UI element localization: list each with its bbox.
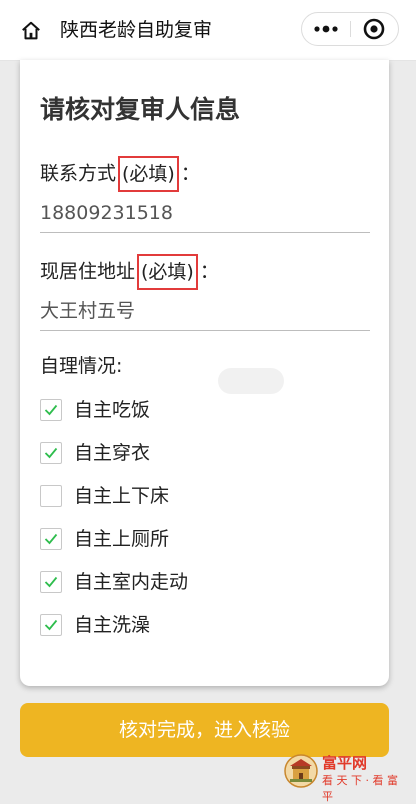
colon: ：: [199, 260, 219, 283]
checkmark-icon: [44, 404, 58, 416]
selfcare-label: 自理情况:: [40, 355, 123, 377]
watermark-logo: 富平网 看 天 下 · 看 富 平: [284, 752, 412, 803]
nav-bar: 陕西老龄自助复审: [0, 0, 416, 61]
watermark-text: 富平网: [322, 754, 368, 772]
checkmark-icon: [44, 576, 58, 588]
address-label: 现居住地址: [40, 260, 136, 283]
option-label: 自主上下床: [74, 485, 170, 507]
checkbox-checked[interactable]: [40, 442, 62, 464]
contact-label-row: 联系方式 (必填)：: [40, 156, 200, 192]
gate-logo-icon: [284, 754, 318, 788]
checkbox-checked[interactable]: [40, 399, 62, 421]
required-marker: (必填): [118, 156, 179, 192]
address-field[interactable]: 大王村五号: [40, 298, 370, 331]
contact-field[interactable]: 18809231518: [40, 200, 370, 233]
required-marker: (必填): [137, 254, 198, 290]
confirm-button[interactable]: 核对完成，进入核验: [20, 703, 389, 757]
ghost-toast: [218, 368, 284, 394]
checkmark-icon: [44, 447, 58, 459]
target-close-icon[interactable]: [351, 13, 398, 45]
checkbox-unchecked[interactable]: [40, 485, 62, 507]
checkmark-icon: [44, 533, 58, 545]
colon: ：: [180, 162, 200, 185]
form-heading: 请核对复审人信息: [40, 95, 241, 124]
option-label: 自主吃饭: [74, 399, 151, 421]
address-label-row: 现居住地址 (必填)：: [40, 254, 219, 290]
checkmark-icon: [44, 619, 58, 631]
contact-label: 联系方式: [40, 162, 117, 185]
menu-capsule: [301, 12, 399, 46]
option-label: 自主上厕所: [74, 528, 170, 550]
checkbox-checked[interactable]: [40, 614, 62, 636]
more-dots-icon[interactable]: [302, 13, 350, 45]
checkbox-checked[interactable]: [40, 571, 62, 593]
watermark-slogan: 看 天 下 · 看 富 平: [322, 774, 398, 803]
option-label: 自主洗澡: [74, 614, 151, 636]
review-form-card: 请核对复审人信息 联系方式 (必填)： 18809231518 现居住地址 (必填)…: [20, 60, 389, 686]
option-label: 自主穿衣: [74, 442, 151, 464]
checkbox-checked[interactable]: [40, 528, 62, 550]
home-icon[interactable]: [20, 20, 42, 42]
option-label: 自主室内走动: [74, 571, 189, 593]
page-title: 陕西老龄自助复审: [60, 19, 213, 41]
